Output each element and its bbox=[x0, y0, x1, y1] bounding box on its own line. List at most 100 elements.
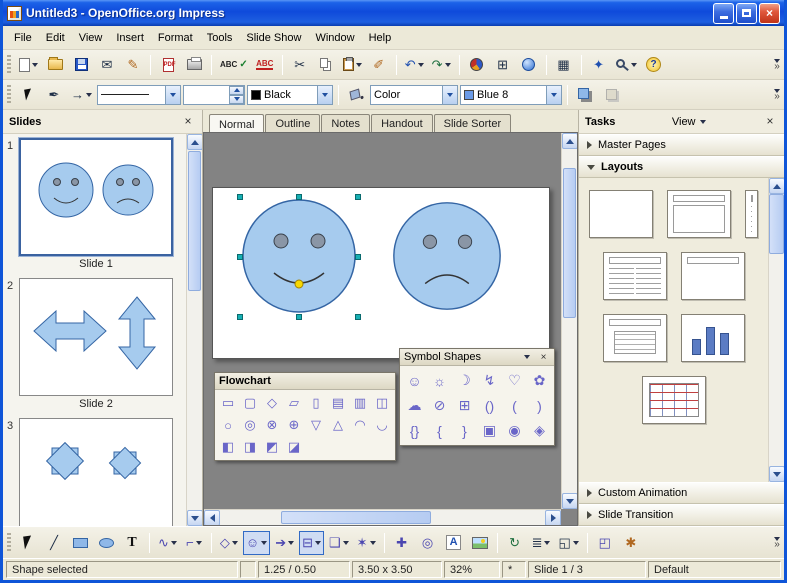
rotate-button[interactable]: ↻ bbox=[503, 531, 527, 555]
flowchart-shape-button[interactable]: ◧ bbox=[217, 436, 239, 458]
fill-bucket-button[interactable] bbox=[344, 83, 368, 107]
symbol-shapes-button[interactable]: ☺ bbox=[243, 531, 270, 555]
paste-button[interactable] bbox=[340, 53, 365, 77]
curve-button[interactable]: ∿ bbox=[155, 531, 180, 555]
symbol-shape-button[interactable]: } bbox=[452, 418, 477, 443]
redo-button[interactable]: ↷ bbox=[429, 53, 454, 77]
palette-close-button[interactable]: × bbox=[537, 351, 550, 364]
alignment-button[interactable]: ≣ bbox=[529, 531, 554, 555]
slide-canvas[interactable] bbox=[212, 187, 550, 359]
export-pdf-button[interactable]: PDF bbox=[156, 53, 180, 77]
copy-button[interactable] bbox=[314, 53, 338, 77]
shadow-style-button[interactable] bbox=[599, 83, 623, 107]
scroll-down-button[interactable] bbox=[769, 466, 784, 482]
toolbar-overflow-button[interactable]: » bbox=[774, 89, 780, 101]
scroll-up-button[interactable] bbox=[562, 133, 578, 149]
width-up-button[interactable] bbox=[229, 86, 244, 95]
undo-button[interactable]: ↶ bbox=[402, 53, 427, 77]
new-document-button[interactable] bbox=[16, 53, 41, 77]
flowchart-shape-button[interactable]: ◩ bbox=[261, 436, 283, 458]
scrollbar-thumb[interactable] bbox=[188, 151, 201, 291]
interaction-button[interactable]: ✱ bbox=[619, 531, 643, 555]
resize-handle[interactable] bbox=[237, 314, 243, 320]
flowchart-shape-button[interactable]: ◡ bbox=[371, 414, 393, 436]
resize-handle[interactable] bbox=[237, 194, 243, 200]
page-style[interactable]: Default bbox=[648, 561, 781, 578]
navigator-button[interactable]: ✦ bbox=[587, 53, 611, 77]
layout-thumb[interactable] bbox=[745, 190, 758, 238]
flowchart-shape-button[interactable]: ▥ bbox=[349, 392, 371, 414]
toolbar-overflow-button[interactable]: » bbox=[774, 537, 780, 549]
block-arrows-button[interactable]: ➔ bbox=[272, 531, 297, 555]
flowchart-palette-titlebar[interactable]: Flowchart bbox=[215, 373, 395, 390]
combo-dropdown-button[interactable] bbox=[317, 86, 332, 104]
gluepoints-button[interactable]: ◎ bbox=[416, 531, 440, 555]
scroll-down-button[interactable] bbox=[187, 510, 202, 526]
resize-handle[interactable] bbox=[296, 314, 302, 320]
symbol-shape-button[interactable]: {} bbox=[402, 418, 427, 443]
select-pointer-button[interactable] bbox=[16, 83, 40, 107]
stars-button[interactable]: ✶ bbox=[354, 531, 379, 555]
menu-item[interactable]: Edit bbox=[39, 28, 72, 48]
workspace[interactable]: Flowchart ▭▢◇▱▯▤▥◫○◎⊗⊕▽△◠◡◧◨◩◪ Symbol Sh… bbox=[203, 132, 578, 526]
symbol-shape-button[interactable]: ♡ bbox=[502, 368, 527, 393]
edit-points-button[interactable]: ✚ bbox=[390, 531, 414, 555]
symbol-shape-button[interactable]: ⊘ bbox=[427, 393, 452, 418]
tab-normal[interactable]: Normal bbox=[209, 114, 264, 133]
selected-smiley-shape[interactable] bbox=[237, 194, 361, 320]
scroll-left-button[interactable] bbox=[204, 510, 220, 526]
symbol-shape-button[interactable]: ◈ bbox=[527, 418, 552, 443]
resize-handle[interactable] bbox=[237, 254, 243, 260]
symbol-shape-button[interactable]: ☼ bbox=[427, 368, 452, 393]
line-style-combo[interactable] bbox=[97, 85, 181, 105]
symbol-shape-button[interactable]: ☁ bbox=[402, 393, 427, 418]
symbol-shape-button[interactable]: ( bbox=[502, 393, 527, 418]
combo-dropdown-button[interactable] bbox=[546, 86, 561, 104]
flowchart-shape-button[interactable]: ▽ bbox=[305, 414, 327, 436]
title-bar[interactable]: Untitled3 - OpenOffice.org Impress × bbox=[3, 0, 784, 26]
connector-button[interactable]: ⌐ bbox=[182, 531, 206, 555]
menu-item[interactable]: View bbox=[72, 28, 110, 48]
scroll-right-button[interactable] bbox=[545, 510, 561, 526]
basic-shapes-button[interactable]: ◇ bbox=[217, 531, 241, 555]
symbol-shape-button[interactable]: ↯ bbox=[477, 368, 502, 393]
rectangle-button[interactable] bbox=[68, 531, 92, 555]
flowchart-shape-button[interactable]: ○ bbox=[217, 414, 239, 436]
toolbar-grip[interactable] bbox=[7, 55, 11, 75]
arrange-button[interactable]: ◱ bbox=[555, 531, 581, 555]
symbol-palette-titlebar[interactable]: Symbol Shapes × bbox=[400, 349, 554, 366]
symbol-shape-button[interactable]: { bbox=[427, 418, 452, 443]
line-style-pen-button[interactable]: ✒ bbox=[42, 83, 66, 107]
edit-file-button[interactable]: ✎ bbox=[121, 53, 145, 77]
tab-outline[interactable]: Outline bbox=[265, 114, 320, 132]
symbol-shape-button[interactable]: ⊞ bbox=[452, 393, 477, 418]
insert-chart-button[interactable] bbox=[465, 53, 489, 77]
scrollbar-thumb[interactable] bbox=[563, 168, 576, 318]
menu-item[interactable]: File bbox=[7, 28, 39, 48]
scroll-track[interactable] bbox=[220, 510, 280, 525]
tab-handout[interactable]: Handout bbox=[371, 114, 433, 132]
scroll-track[interactable] bbox=[769, 254, 784, 466]
fill-style-combo[interactable]: Color bbox=[370, 85, 458, 105]
select-button[interactable] bbox=[16, 531, 40, 555]
close-button[interactable]: × bbox=[759, 3, 780, 24]
scrollbar-thumb[interactable] bbox=[281, 511, 431, 524]
extrusion-button[interactable]: ◰ bbox=[593, 531, 617, 555]
layout-thumb[interactable] bbox=[603, 314, 667, 362]
gallery-button[interactable] bbox=[468, 531, 492, 555]
text-button[interactable]: T bbox=[120, 531, 144, 555]
flowchart-shape-button[interactable]: ▯ bbox=[305, 392, 327, 414]
flowchart-shape-button[interactable]: ⊗ bbox=[261, 414, 283, 436]
maximize-button[interactable] bbox=[736, 3, 757, 24]
autospellcheck-button[interactable]: ABC bbox=[253, 53, 277, 77]
open-button[interactable] bbox=[43, 53, 67, 77]
symbol-shape-button[interactable]: () bbox=[477, 393, 502, 418]
palette-menu-button[interactable] bbox=[520, 351, 533, 364]
symbol-shape-button[interactable]: ) bbox=[527, 393, 552, 418]
fill-color-combo[interactable]: Blue 8 bbox=[460, 85, 562, 105]
layout-thumb[interactable] bbox=[667, 190, 731, 238]
tasks-view-button[interactable]: View bbox=[668, 114, 710, 130]
toolbar-overflow-button[interactable]: » bbox=[774, 59, 780, 71]
hyperlink-button[interactable] bbox=[517, 53, 541, 77]
slide-1-thumbnail[interactable] bbox=[19, 138, 173, 256]
